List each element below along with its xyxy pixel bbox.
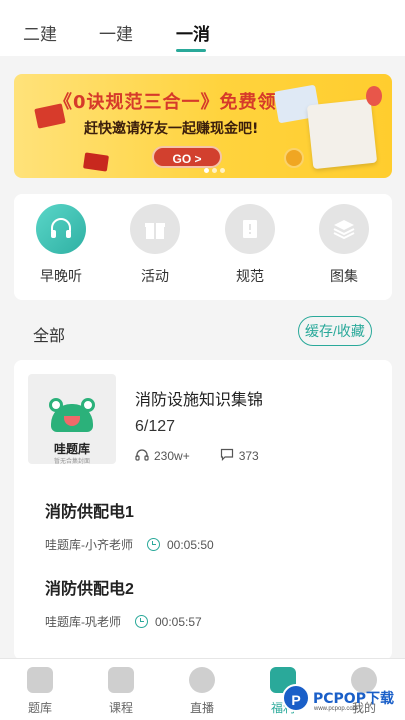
lesson-meta: 哇题库-小齐老师 00:05:50 — [45, 536, 385, 553]
balloon-decoration — [366, 86, 382, 106]
frog-eye — [49, 398, 63, 412]
layers-icon — [319, 204, 369, 254]
red-envelope-decoration — [83, 152, 109, 172]
nav-item-courses[interactable]: 课程 — [91, 667, 151, 716]
pencil-icon — [27, 667, 53, 693]
promo-banner[interactable]: 《0诀规范三合一》免费领 赶快邀请好友一起赚现金吧! GO > — [14, 74, 392, 178]
quick-label: 规范 — [236, 268, 264, 284]
section-title: 全部 — [33, 328, 66, 345]
top-tab-bar: 二建 一建 一消 — [0, 0, 405, 56]
nav-item-live[interactable]: 直播 — [172, 667, 232, 716]
comment-count: 373 — [238, 449, 259, 463]
nav-label: 课程 — [108, 701, 133, 715]
quick-item-standards[interactable]: 规范 — [215, 204, 285, 286]
frog-mouth — [64, 416, 80, 426]
gift-icon — [130, 204, 180, 254]
listen-count: 230w+ — [154, 449, 190, 463]
nav-label: 直播 — [189, 701, 214, 715]
lesson-item[interactable]: 消防供配电1 哇题库-小齐老师 00:05:50 — [45, 498, 385, 553]
lesson-duration: 00:05:50 — [167, 537, 214, 552]
lesson-title: 消防供配电1 — [45, 504, 134, 521]
watermark-url: www.pcpop.com — [314, 706, 358, 712]
live-icon — [189, 667, 215, 693]
clock-icon — [147, 538, 160, 551]
pager-dot — [212, 168, 217, 173]
gift-box-decoration — [306, 98, 378, 170]
course-list-card: 哇题库 暂无合集封面 消防设施知识集锦 6/127 230w+ 373 消防供配… — [14, 360, 392, 660]
lesson-teacher: 哇题库-巩老师 — [45, 615, 121, 629]
banner-pager-dots — [204, 160, 228, 178]
video-icon — [108, 667, 134, 693]
course-progress: 6/127 — [135, 418, 176, 435]
tab-erjian[interactable]: 二建 — [23, 20, 57, 45]
course-title[interactable]: 消防设施知识集锦 — [135, 386, 263, 410]
nav-label: 题库 — [27, 701, 52, 715]
frog-logo-icon — [49, 398, 95, 432]
quick-item-morning-listen[interactable]: 早晚听 — [26, 204, 96, 286]
section-header: 全部 缓存/收藏 — [0, 312, 405, 352]
tab-yixiao[interactable]: 一消 — [176, 20, 210, 45]
book-icon — [225, 204, 275, 254]
lesson-item[interactable]: 消防供配电2 哇题库-巩老师 00:05:57 — [45, 575, 385, 630]
pager-dot — [220, 168, 225, 173]
comment-icon — [220, 448, 234, 464]
banner-title: 《0诀规范三合一》免费领 — [54, 92, 277, 113]
headphones-small-icon — [135, 448, 149, 464]
course-cover[interactable]: 哇题库 暂无合集封面 — [28, 374, 116, 465]
pager-dot — [204, 168, 209, 173]
watermark-logo: P — [282, 684, 310, 712]
active-tab-indicator — [176, 49, 206, 52]
coin-decoration — [284, 148, 304, 168]
quick-entry-card: 早晚听 活动 规范 图集 — [14, 194, 392, 300]
clock-icon — [135, 615, 148, 628]
quick-item-atlas[interactable]: 图集 — [309, 204, 379, 286]
lesson-meta: 哇题库-巩老师 00:05:57 — [45, 613, 385, 630]
quick-label: 图集 — [330, 268, 358, 284]
cache-favorite-button[interactable]: 缓存/收藏 — [298, 316, 372, 346]
lesson-title: 消防供配电2 — [45, 581, 134, 598]
watermark-text: PCPOP下载 — [313, 691, 394, 707]
lesson-teacher: 哇题库-小齐老师 — [45, 538, 133, 552]
nav-item-question-bank[interactable]: 题库 — [10, 667, 70, 716]
headphones-icon — [36, 204, 86, 254]
tab-yijian[interactable]: 一建 — [99, 20, 133, 45]
banner-subtitle: 赶快邀请好友一起赚现金吧! — [84, 121, 259, 137]
lesson-duration: 00:05:57 — [155, 614, 202, 629]
quick-label: 活动 — [141, 268, 169, 284]
course-meta: 230w+ 373 — [135, 448, 259, 464]
quick-label: 早晚听 — [40, 268, 82, 284]
cover-title: 哇题库 — [53, 442, 90, 456]
cover-subtitle: 暂无合集封面 — [53, 459, 90, 465]
frog-eye — [81, 398, 95, 412]
quick-item-activity[interactable]: 活动 — [120, 204, 190, 286]
site-watermark: P PCPOP下载 www.pcpop.com — [282, 682, 402, 714]
